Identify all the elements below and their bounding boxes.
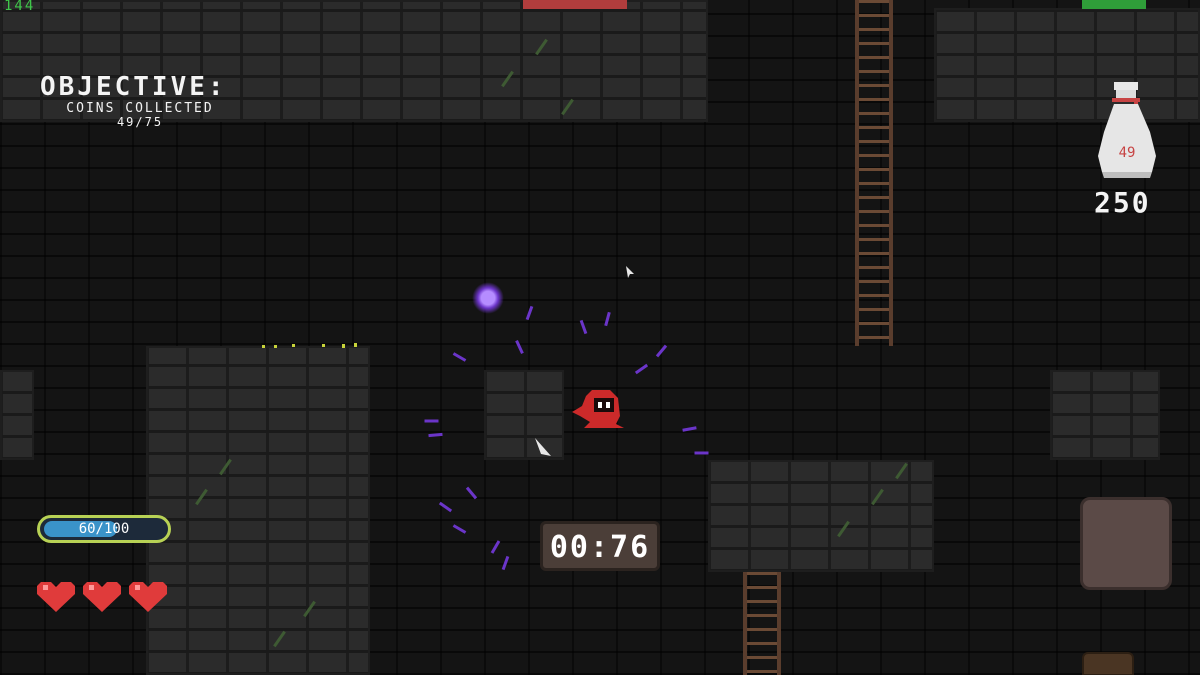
timer-panel: 00:76 (540, 521, 660, 571)
magic-particle (579, 319, 588, 335)
magic-particle (515, 340, 524, 354)
magic-particle (452, 352, 467, 362)
magic-particle (682, 426, 697, 432)
coin-bag-icon (1098, 82, 1156, 178)
wall-block-left-edge (0, 370, 34, 460)
magic-particle (490, 540, 501, 554)
timer-text: 00:76 (549, 530, 651, 565)
objective-progress: 49/75 (116, 115, 164, 129)
treasure-chest-icon[interactable] (1082, 652, 1134, 675)
game-stage: 144 OBJECTIVE: COINS COLLECTED 49/75 49 … (0, 0, 1200, 675)
heart-icon (37, 582, 75, 612)
fps-counter: 144 (4, 0, 36, 14)
objective-description: COINS COLLECTED (66, 101, 214, 116)
ladder-upper[interactable] (855, 0, 893, 346)
action-button[interactable] (1080, 497, 1172, 590)
magic-particle (694, 451, 709, 455)
wall-block-top-right (934, 8, 1200, 122)
ladder-lower[interactable] (743, 572, 781, 675)
magic-particle (501, 555, 510, 571)
objective-title: OBJECTIVE: (40, 72, 227, 102)
heart-icon (129, 582, 167, 612)
heart-icon (83, 582, 121, 612)
coin-bag-count: 49 (1118, 145, 1136, 161)
magic-particle (634, 363, 649, 375)
wall-block-right-edge (1050, 370, 1160, 460)
wall-block-right-platform (708, 460, 934, 572)
mana-bar: 60/100 (37, 515, 171, 543)
magic-particle (525, 305, 534, 321)
coin-sparkles (262, 343, 357, 348)
magic-particle (438, 501, 453, 513)
enemy-health-bar (523, 0, 627, 9)
mana-bar-label: 60/100 (78, 521, 130, 537)
red-hooded-player-icon (572, 390, 624, 428)
mouse-pointer-icon (626, 266, 634, 278)
aim-cursor-icon (535, 438, 551, 456)
magic-particle (428, 432, 443, 438)
wall-block-pillar-left (146, 346, 370, 675)
magic-particle (424, 419, 439, 423)
status-bar-green (1082, 0, 1146, 9)
magic-particle (465, 486, 478, 500)
magic-particle (655, 344, 668, 358)
coin-total: 250 (1094, 186, 1151, 219)
purple-orb-icon (472, 282, 504, 314)
magic-particle (604, 311, 611, 327)
magic-particle (452, 524, 467, 534)
